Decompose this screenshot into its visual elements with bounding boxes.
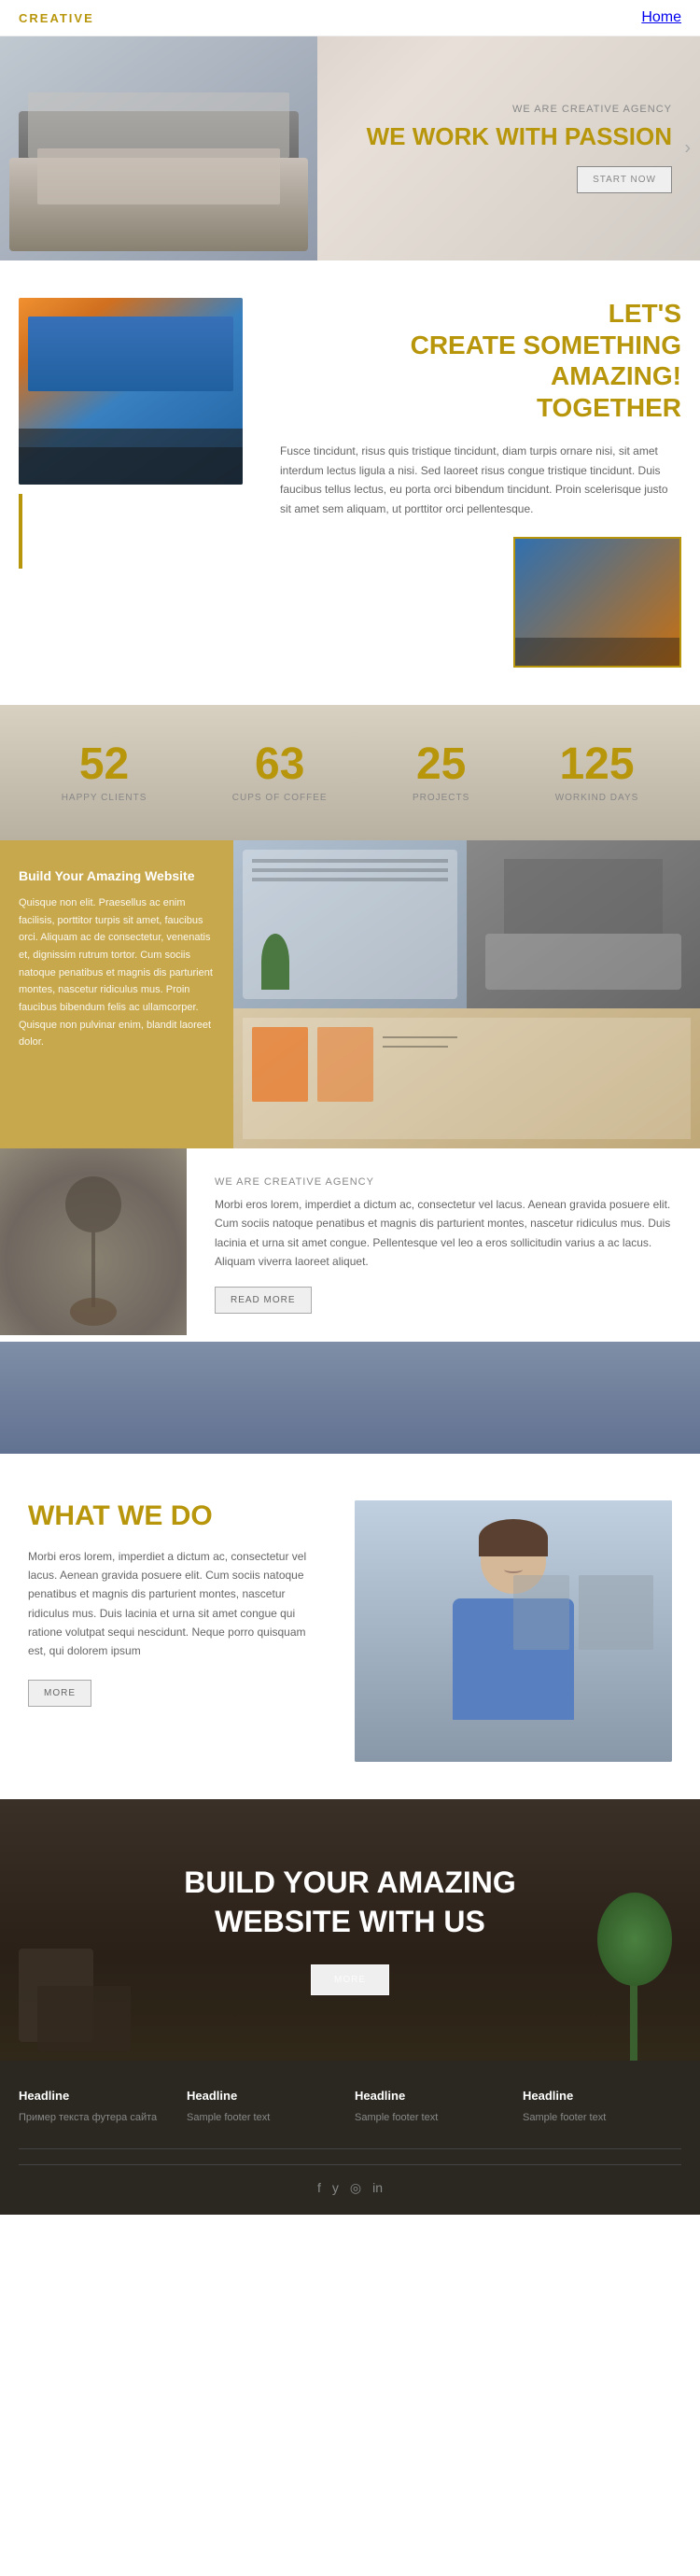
stat-projects: 25 PROJECTS [413,742,469,803]
footer-col-1-title: Headline [19,2089,177,2103]
plant-decoration [597,1893,672,2061]
hero-title: WE WORK WITH PASSION [336,122,672,151]
create-title: LET'S CREATE SOMETHING AMAZING! TOGETHER [280,298,681,423]
agency-content: WE ARE CREATIVE AGENCY Morbi eros lorem,… [187,1148,700,1342]
hero-cta-button[interactable]: START NOW [577,166,672,193]
agency-image [0,1148,187,1335]
footer-col-2-text: Sample footer text [187,2110,345,2127]
create-main-image [19,298,243,485]
footer-col-3-text: Sample footer text [355,2110,513,2127]
stat-projects-label: PROJECTS [413,793,469,803]
footer-col-1: Headline Пример текста футера сайта [19,2089,177,2127]
hero-section: WE ARE CREATIVE AGENCY WE WORK WITH PASS… [0,36,700,260]
whatwedo-body: Morbi eros lorem, imperdiet a dictum ac,… [28,1547,327,1661]
header: CREATIVE Home [0,0,700,36]
footer-col-4-text: Sample footer text [523,2110,681,2127]
stat-workind-days: 125 WORKIND DAYS [555,742,639,803]
whatwedo-left: WHAT WE DO Morbi eros lorem, imperdiet a… [0,1500,355,1762]
build-dark-section: BUILD YOUR AMAZING WEBSITE WITH US MORE [0,1799,700,2061]
hero-subtitle: WE ARE CREATIVE AGENCY [336,104,672,115]
person-image [355,1500,672,1762]
agency-section: WE ARE CREATIVE AGENCY Morbi eros lorem,… [0,1148,700,1342]
footer-columns: Headline Пример текста футера сайта Head… [19,2089,681,2127]
create-right: LET'S CREATE SOMETHING AMAZING! TOGETHER… [261,298,700,668]
whatwedo-right [355,1500,700,1762]
social-instagram-icon[interactable]: ◎ [350,2180,361,2196]
stat-happy-clients: 52 HAPPY CLIENTS [62,742,147,803]
agency-subtitle: WE ARE CREATIVE AGENCY [215,1176,672,1188]
social-facebook-icon[interactable]: f [317,2180,321,2196]
create-section: LET'S CREATE SOMETHING AMAZING! TOGETHER… [0,260,700,705]
footer: Headline Пример текста футера сайта Head… [0,2061,700,2216]
footer-col-2-title: Headline [187,2089,345,2103]
create-body-text: Fusce tincidunt, risus quis tristique ti… [280,442,681,518]
footer-col-4-title: Headline [523,2089,681,2103]
agency-body-text: Morbi eros lorem, imperdiet a dictum ac,… [215,1195,672,1272]
read-more-button[interactable]: READ MORE [215,1287,312,1314]
whatwedo-more-button[interactable]: MORE [28,1680,91,1707]
stat-workind-label: WORKIND DAYS [555,793,639,803]
create-bar [19,494,22,569]
footer-divider [19,2148,681,2149]
stat-workind-number: 125 [555,742,639,787]
build-whiteboard-image [233,1008,700,1148]
build-website-body: Quisque non elit. Praesellus ac enim fac… [19,894,215,1051]
hero-content: WE ARE CREATIVE AGENCY WE WORK WITH PASS… [317,85,700,212]
stat-projects-number: 25 [413,742,469,787]
logo: CREATIVE [19,11,94,25]
create-small-image [513,537,681,668]
footer-col-3: Headline Sample footer text [355,2089,513,2127]
build-dark-more-button[interactable]: MORE [311,1964,389,1995]
footer-col-4: Headline Sample footer text [523,2089,681,2127]
stat-cups-of-coffee: 63 CUPS OF COFFEE [232,742,328,803]
build-laptop-image [467,840,700,1008]
social-linkedin-icon[interactable]: in [372,2180,383,2196]
hero-next-arrow[interactable]: › [684,138,691,160]
stat-cups-label: CUPS OF COFFEE [232,793,328,803]
create-left [0,298,261,668]
build-dark-title: BUILD YOUR AMAZING WEBSITE WITH US [184,1864,516,1941]
build-website-title: Build Your Amazing Website [19,868,215,883]
footer-col-1-text: Пример текста футера сайта [19,2110,177,2127]
build-website-section: Build Your Amazing Website Quisque non e… [0,840,700,1148]
whatwedo-section: WHAT WE DO Morbi eros lorem, imperdiet a… [0,1454,700,1799]
main-nav: Home [641,9,681,26]
hero-image [0,36,317,260]
footer-col-3-title: Headline [355,2089,513,2103]
nav-home[interactable]: Home [641,9,681,25]
build-images [233,840,700,1148]
footer-col-2: Headline Sample footer text [187,2089,345,2127]
build-notebook-image [233,840,467,1008]
whatwedo-title: WHAT WE DO [28,1500,327,1532]
stats-section: 52 HAPPY CLIENTS 63 CUPS OF COFFEE 25 PR… [0,705,700,840]
footer-social: f y ◎ in [19,2164,681,2196]
stat-cups-number: 63 [232,742,328,787]
stat-happy-clients-number: 52 [62,742,147,787]
social-youtube-icon[interactable]: y [332,2180,339,2196]
city-section [0,1342,700,1454]
stat-happy-clients-label: HAPPY CLIENTS [62,793,147,803]
build-text-box: Build Your Amazing Website Quisque non e… [0,840,233,1148]
